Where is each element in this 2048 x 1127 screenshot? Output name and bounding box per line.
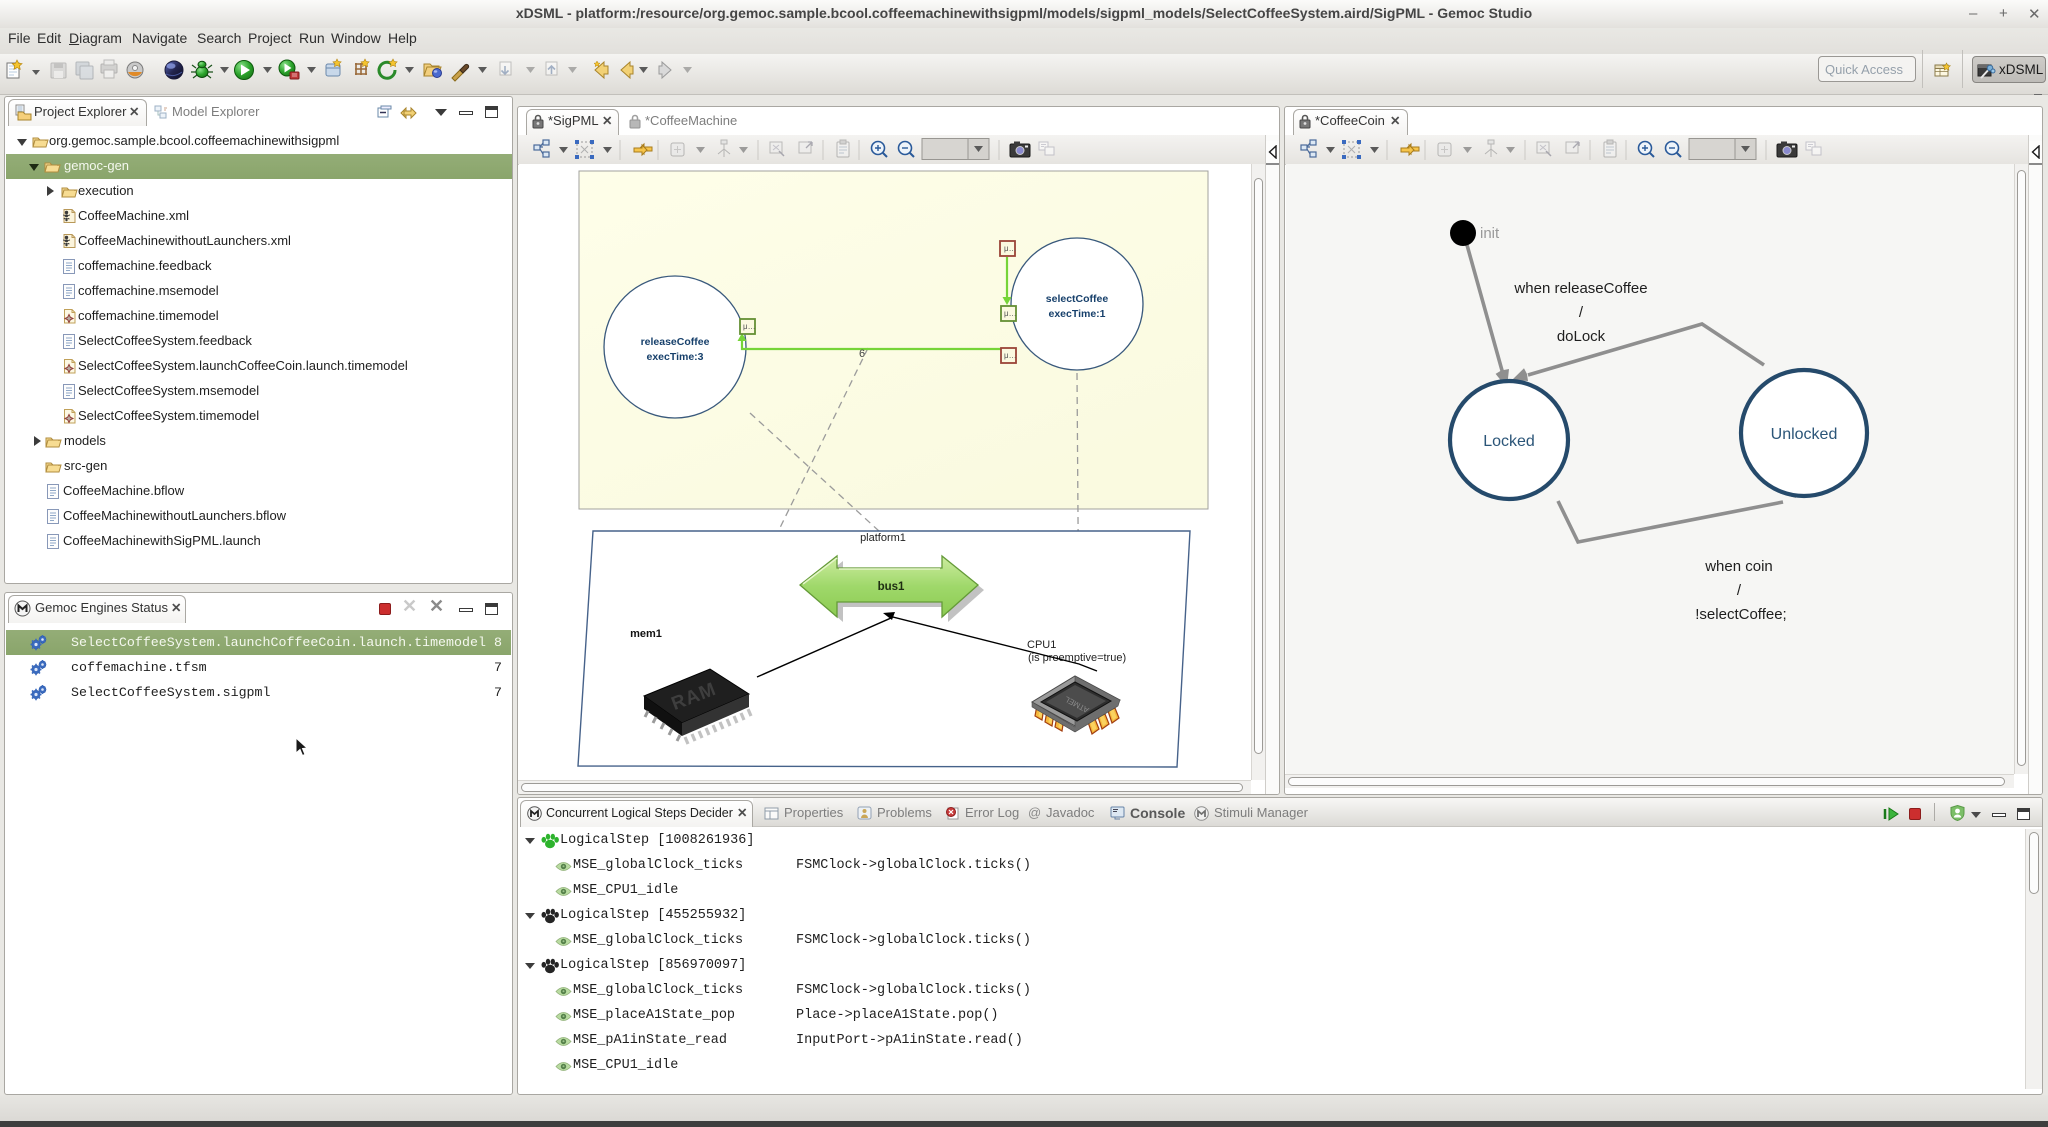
- svg-text:mem1: mem1: [630, 628, 662, 640]
- svg-text:execTime:1: execTime:1: [1048, 308, 1105, 320]
- svg-text:!selectCoffee;: !selectCoffee;: [1695, 606, 1786, 623]
- svg-text:when releaseCoffee: when releaseCoffee: [1513, 280, 1647, 297]
- svg-text:6: 6: [859, 348, 865, 360]
- svg-text:when coin: when coin: [1704, 558, 1773, 575]
- svg-text:doLock: doLock: [1557, 328, 1606, 345]
- svg-text:μ…: μ…: [1004, 244, 1017, 253]
- svg-text:CPU1: CPU1: [1027, 639, 1056, 651]
- svg-text:init: init: [1480, 225, 1500, 242]
- svg-text:Unlocked: Unlocked: [1771, 426, 1838, 443]
- svg-text:releaseCoffee: releaseCoffee: [641, 336, 710, 348]
- svg-text:bus1: bus1: [878, 581, 905, 593]
- svg-text:μ…: μ…: [1004, 351, 1017, 360]
- svg-text:platform1: platform1: [860, 532, 906, 544]
- svg-text:μ…: μ…: [743, 322, 756, 331]
- svg-text:μ…: μ…: [1004, 309, 1017, 318]
- svg-text:Locked: Locked: [1483, 433, 1535, 450]
- svg-text:(is preemptive=true): (is preemptive=true): [1028, 652, 1126, 664]
- svg-text:selectCoffee: selectCoffee: [1046, 293, 1109, 305]
- svg-text:execTime:3: execTime:3: [646, 351, 703, 363]
